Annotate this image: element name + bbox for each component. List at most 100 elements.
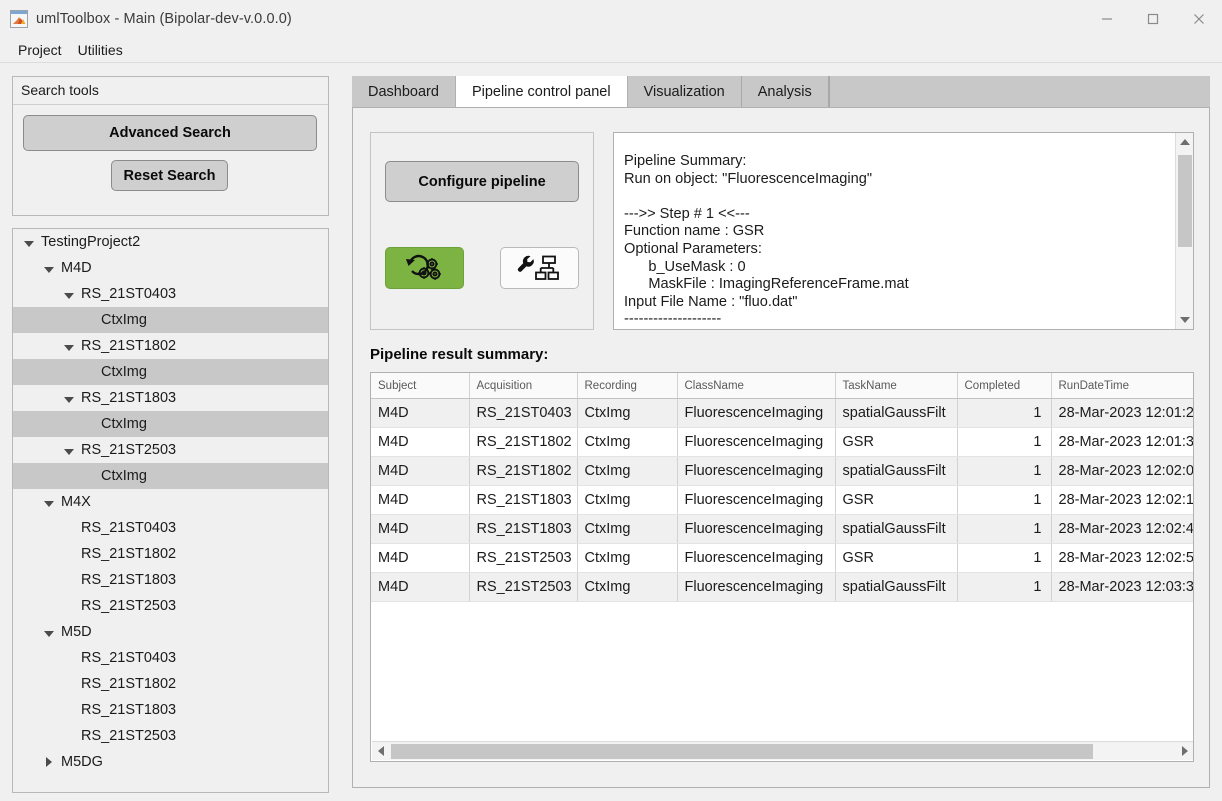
run-pipeline-gears-icon (405, 254, 441, 280)
menu-bar: Project Utilities (0, 37, 1222, 63)
scroll-right-button[interactable] (1177, 742, 1193, 760)
table-cell-completed: 1 (957, 398, 1052, 428)
menu-item-utilities[interactable]: Utilities (70, 40, 131, 60)
tab-analysis[interactable]: Analysis (741, 76, 829, 107)
tree-node-rs-21st1802[interactable]: RS_21ST1802 (13, 333, 328, 359)
minimize-button[interactable] (1084, 0, 1130, 37)
tree-node-label: CtxImg (101, 468, 147, 484)
scroll-left-button[interactable] (373, 742, 389, 760)
tree-node-ctximg[interactable]: CtxImg (13, 411, 328, 437)
chevron-down-icon[interactable] (63, 288, 76, 301)
search-tools-title: Search tools (13, 77, 328, 105)
table-row[interactable]: M4D RS_21ST1802 CtxImg FluorescenceImaging G… (371, 427, 1193, 457)
scroll-up-button[interactable] (1176, 134, 1193, 150)
tree-node-label: M5DG (61, 754, 103, 770)
tree-node-testingproject2[interactable]: TestingProject2 (13, 229, 328, 255)
tree-node-rs-21st1802[interactable]: RS_21ST1802 (13, 541, 328, 567)
result-table-scrollbar[interactable] (372, 741, 1193, 760)
table-header-row: Subject Acquisition Recording ClassName Task… (371, 373, 1193, 399)
tree-node-m5d[interactable]: M5D (13, 619, 328, 645)
configure-pipeline-button[interactable]: Configure pipeline (385, 161, 579, 202)
scroll-up-icon (1179, 139, 1190, 145)
chevron-down-icon[interactable] (63, 392, 76, 405)
pipeline-tools-button[interactable] (500, 247, 579, 289)
table-cell-acquisition: RS_21ST0403 (469, 398, 578, 428)
tree-node-rs-21st2503[interactable]: RS_21ST2503 (13, 723, 328, 749)
chevron-down-icon[interactable] (23, 236, 36, 249)
table-row[interactable]: M4D RS_21ST2503 CtxImg FluorescenceImaging G… (371, 543, 1193, 573)
column-header-taskname[interactable]: TaskName (835, 373, 958, 399)
column-header-classname[interactable]: ClassName (677, 373, 836, 399)
tree-node-ctximg[interactable]: CtxImg (13, 463, 328, 489)
advanced-search-button[interactable]: Advanced Search (23, 115, 317, 151)
tree-node-label: RS_21ST1803 (81, 702, 177, 718)
tree-node-rs-21st0403[interactable]: RS_21ST0403 (13, 645, 328, 671)
tab-pipeline-control-panel[interactable]: Pipeline control panel (454, 76, 628, 107)
reset-search-button[interactable]: Reset Search (111, 160, 228, 191)
table-row[interactable]: M4D RS_21ST2503 CtxImg FluorescenceImaging s… (371, 572, 1193, 602)
column-header-recording[interactable]: Recording (577, 373, 678, 399)
table-cell-classname: FluorescenceImaging (677, 427, 836, 457)
chevron-down-icon[interactable] (43, 496, 56, 509)
tree-node-label: RS_21ST1802 (81, 546, 177, 562)
tree-node-ctximg[interactable]: CtxImg (13, 307, 328, 333)
result-summary-table-container: Subject Acquisition Recording ClassName Task… (370, 372, 1194, 762)
scrollbar-thumb-vertical[interactable] (1178, 155, 1192, 247)
tree-node-rs-21st0403[interactable]: RS_21ST0403 (13, 515, 328, 541)
column-header-subject[interactable]: Subject (371, 373, 470, 399)
column-header-completed[interactable]: Completed (957, 373, 1052, 399)
wrench-hierarchy-icon (517, 255, 559, 280)
minimize-icon (1102, 17, 1112, 20)
table-cell-classname: FluorescenceImaging (677, 514, 836, 544)
column-header-acquisition[interactable]: Acquisition (469, 373, 578, 399)
run-pipeline-button[interactable] (385, 247, 464, 289)
tab-visualization[interactable]: Visualization (627, 76, 742, 107)
table-cell-subject: M4D (371, 456, 470, 486)
table-row[interactable]: M4D RS_21ST0403 CtxImg FluorescenceImaging s… (371, 398, 1193, 428)
table-cell-classname: FluorescenceImaging (677, 398, 836, 428)
table-row[interactable]: M4D RS_21ST1803 CtxImg FluorescenceImaging G… (371, 485, 1193, 515)
chevron-right-icon[interactable] (43, 756, 56, 769)
tree-node-rs-21st2503[interactable]: RS_21ST2503 (13, 437, 328, 463)
scroll-right-icon (1182, 746, 1188, 756)
tab-dashboard[interactable]: Dashboard (352, 76, 456, 107)
chevron-down-icon[interactable] (63, 444, 76, 457)
tree-node-rs-21st0403[interactable]: RS_21ST0403 (13, 281, 328, 307)
tree-node-rs-21st1802[interactable]: RS_21ST1802 (13, 671, 328, 697)
scroll-down-button[interactable] (1176, 312, 1193, 328)
table-cell-rundatetime: 28-Mar-2023 12:02:47 (1051, 514, 1193, 544)
tree-node-ctximg[interactable]: CtxImg (13, 359, 328, 385)
column-header-rundatetime[interactable]: RunDateTime (1051, 373, 1193, 399)
search-tools-panel: Search tools Advanced Search Reset Searc… (12, 76, 329, 216)
close-button[interactable] (1176, 0, 1222, 37)
pipeline-summary-scrollbar[interactable] (1175, 133, 1193, 329)
maximize-button[interactable] (1130, 0, 1176, 37)
tree-node-rs-21st1803[interactable]: RS_21ST1803 (13, 567, 328, 593)
tree-node-rs-21st1803[interactable]: RS_21ST1803 (13, 385, 328, 411)
chevron-down-icon[interactable] (43, 262, 56, 275)
table-row[interactable]: M4D RS_21ST1802 CtxImg FluorescenceImaging s… (371, 456, 1193, 486)
menu-item-project[interactable]: Project (10, 40, 70, 60)
chevron-down-icon[interactable] (43, 626, 56, 639)
pipeline-summary-box: Pipeline Summary: Run on object: "Fluore… (613, 132, 1194, 330)
scrollbar-thumb-horizontal[interactable] (391, 744, 1093, 759)
tree-node-m4x[interactable]: M4X (13, 489, 328, 515)
tree-node-m5dg[interactable]: M5DG (13, 749, 328, 775)
table-cell-recording: CtxImg (577, 514, 678, 544)
table-cell-taskname: spatialGaussFilt (835, 514, 958, 544)
table-row[interactable]: M4D RS_21ST1803 CtxImg FluorescenceImaging s… (371, 514, 1193, 544)
tree-node-rs-21st1803[interactable]: RS_21ST1803 (13, 697, 328, 723)
table-cell-rundatetime: 28-Mar-2023 12:02:57 (1051, 543, 1193, 573)
tree-node-m4d[interactable]: M4D (13, 255, 328, 281)
table-cell-acquisition: RS_21ST1803 (469, 485, 578, 515)
chevron-down-icon[interactable] (63, 340, 76, 353)
project-tree[interactable]: TestingProject2 M4D RS_21ST0403 CtxImg RS_21… (12, 228, 329, 793)
table-cell-rundatetime: 28-Mar-2023 12:01:29 (1051, 398, 1193, 428)
tree-node-rs-21st2503[interactable]: RS_21ST2503 (13, 593, 328, 619)
table-cell-completed: 1 (957, 456, 1052, 486)
